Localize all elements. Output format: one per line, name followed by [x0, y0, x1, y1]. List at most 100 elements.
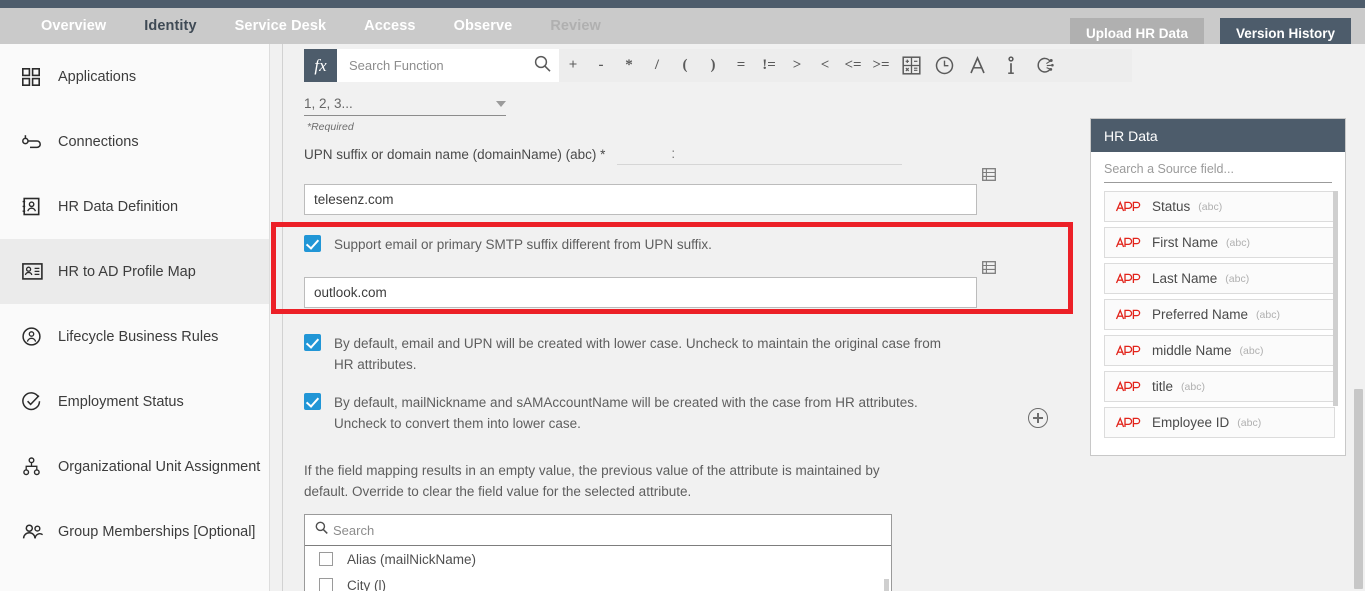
tab-identity[interactable]: Identity	[125, 8, 215, 44]
hr-source-field-search[interactable]: Search a Source field...	[1104, 162, 1332, 183]
profile-map-form: 1, 2, 3... *Required UPN suffix or domai…	[304, 94, 1004, 591]
clock-icon[interactable]	[928, 53, 961, 79]
operator-plus[interactable]: +	[559, 57, 587, 74]
list-item[interactable]: Preferred Name (abc)	[1104, 299, 1335, 330]
sidebar-item-employment-status[interactable]: Employment Status	[0, 369, 269, 434]
smtp-checkbox-label: Support email or primary SMTP suffix dif…	[334, 237, 712, 252]
operator-not-equals[interactable]: !=	[755, 57, 783, 74]
sidebar-item-connections[interactable]: Connections	[0, 109, 269, 174]
plus-circle-icon[interactable]	[1028, 408, 1048, 428]
hr-field-type: (abc)	[1237, 416, 1262, 429]
operator-greater-than[interactable]: >	[783, 57, 811, 74]
hr-list-scrollbar[interactable]	[1333, 191, 1338, 406]
attribute-override-list: Search Alias (mailNickName) City (l)	[304, 514, 892, 591]
list-item[interactable]: First Name (abc)	[1104, 227, 1335, 258]
adp-logo-icon	[1115, 380, 1142, 393]
list-item[interactable]: middle Name (abc)	[1104, 335, 1335, 366]
tab-observe[interactable]: Observe	[435, 8, 532, 44]
smtp-checkbox-row: Support email or primary SMTP suffix dif…	[304, 234, 1004, 255]
list-item[interactable]: Employee ID (abc)	[1104, 407, 1335, 438]
search-icon[interactable]	[534, 55, 551, 77]
fx-badge: fx	[304, 49, 337, 82]
table-grid-icon[interactable]	[982, 261, 996, 279]
tab-overview[interactable]: Overview	[22, 8, 125, 44]
operator-close-paren[interactable]: )	[699, 57, 727, 74]
adp-logo-icon	[1115, 344, 1142, 357]
smtp-suffix-checkbox[interactable]	[304, 235, 321, 252]
tab-review[interactable]: Review	[531, 8, 620, 44]
list-item[interactable]: Last Name (abc)	[1104, 263, 1335, 294]
order-select-value: 1, 2, 3...	[304, 96, 353, 111]
sidebar-item-label: Applications	[58, 68, 137, 85]
search-function-input[interactable]	[347, 57, 534, 74]
attribute-list-scrollbar[interactable]	[884, 579, 889, 591]
sidebar-item-hr-to-ad-profile-map[interactable]: HR to AD Profile Map	[0, 239, 269, 304]
tab-access[interactable]: Access	[345, 8, 434, 44]
smtp-suffix-input[interactable]: outlook.com	[304, 277, 977, 308]
nav-tab-list: Overview Identity Service Desk Access Ob…	[22, 8, 620, 44]
page-scrollbar-thumb[interactable]	[1354, 389, 1363, 589]
connection-plug-icon	[22, 130, 48, 154]
table-grid-icon[interactable]	[982, 168, 996, 186]
domain-name-input[interactable]: telesenz.com	[304, 184, 977, 215]
sidebar-item-lifecycle-business-rules[interactable]: Lifecycle Business Rules	[0, 304, 269, 369]
function-search-box[interactable]	[337, 49, 559, 82]
text-a-icon[interactable]	[961, 53, 994, 79]
list-item[interactable]: Status (abc)	[1104, 191, 1335, 222]
nickname-checkbox-label: By default, mailNickname and sAMAccountN…	[334, 395, 918, 431]
sidebar-item-hr-data-definition[interactable]: HR Data Definition	[0, 174, 269, 239]
ai-brain-icon[interactable]	[1027, 53, 1060, 79]
attribute-label: City (l)	[347, 577, 386, 591]
lowercase-checkbox[interactable]	[304, 334, 321, 351]
hr-field-name: title	[1152, 379, 1174, 394]
sidebar-item-label: Lifecycle Business Rules	[58, 328, 219, 345]
info-icon[interactable]	[994, 53, 1027, 79]
tab-service-desk[interactable]: Service Desk	[216, 8, 346, 44]
hr-field-type: (abc)	[1226, 236, 1250, 249]
id-badge-icon	[22, 260, 48, 284]
grid-squares-icon	[22, 65, 48, 89]
list-item[interactable]: Alias (mailNickName)	[305, 546, 891, 572]
adp-logo-icon	[1115, 308, 1142, 321]
operator-greater-equal[interactable]: >=	[867, 57, 895, 74]
list-item[interactable]: title (abc)	[1104, 371, 1335, 402]
operator-less-equal[interactable]: <=	[839, 57, 867, 74]
sidebar-item-group-memberships[interactable]: Group Memberships [Optional]	[0, 499, 269, 564]
person-circle-icon	[22, 325, 48, 349]
attribute-checkbox[interactable]	[319, 578, 333, 591]
hr-field-name: middle Name	[1152, 343, 1232, 358]
sidebar-item-applications[interactable]: Applications	[0, 44, 269, 109]
order-select[interactable]: 1, 2, 3...	[304, 94, 506, 116]
smtp-grid-icon-row	[304, 261, 1004, 277]
sidebar-item-organizational-unit-assignment[interactable]: Organizational Unit Assignment	[0, 434, 269, 499]
calculator-icon[interactable]	[895, 53, 928, 79]
operator-open-paren[interactable]: (	[671, 57, 699, 74]
hr-field-name: Preferred Name	[1152, 307, 1249, 322]
domain-grid-icon-row	[304, 168, 1004, 184]
nickname-case-checkbox[interactable]	[304, 393, 321, 410]
person-card-icon	[22, 195, 48, 219]
window-top-strip	[0, 0, 1365, 8]
attribute-checkbox[interactable]	[319, 552, 333, 566]
operator-less-than[interactable]: <	[811, 57, 839, 74]
chevron-down-icon[interactable]	[496, 100, 506, 107]
attribute-label: Alias (mailNickName)	[347, 551, 477, 567]
operator-equals[interactable]: =	[727, 57, 755, 74]
operator-multiply[interactable]: *	[615, 57, 643, 74]
org-tree-icon	[22, 455, 48, 479]
adp-logo-icon	[1115, 236, 1142, 249]
operator-divide[interactable]: /	[643, 57, 671, 74]
attribute-search-placeholder: Search	[333, 522, 375, 538]
operator-minus[interactable]: -	[587, 57, 615, 74]
smtp-suffix-section: Support email or primary SMTP suffix dif…	[304, 234, 1004, 308]
sidebar-item-label: Connections	[58, 133, 139, 150]
domain-field-label-row: UPN suffix or domain name (domainName) (…	[304, 146, 1004, 165]
hr-field-type: (abc)	[1256, 308, 1280, 321]
page-scrollbar-track[interactable]	[1352, 44, 1365, 591]
lowercase-checkbox-label: By default, email and UPN will be create…	[334, 336, 942, 372]
hr-field-list: Status (abc) First Name (abc) Last Name …	[1104, 191, 1338, 438]
attribute-search-row[interactable]: Search	[305, 515, 891, 546]
list-item[interactable]: City (l)	[305, 572, 891, 591]
hr-field-type: (abc)	[1225, 272, 1250, 285]
hr-field-name: Last Name	[1152, 271, 1218, 286]
